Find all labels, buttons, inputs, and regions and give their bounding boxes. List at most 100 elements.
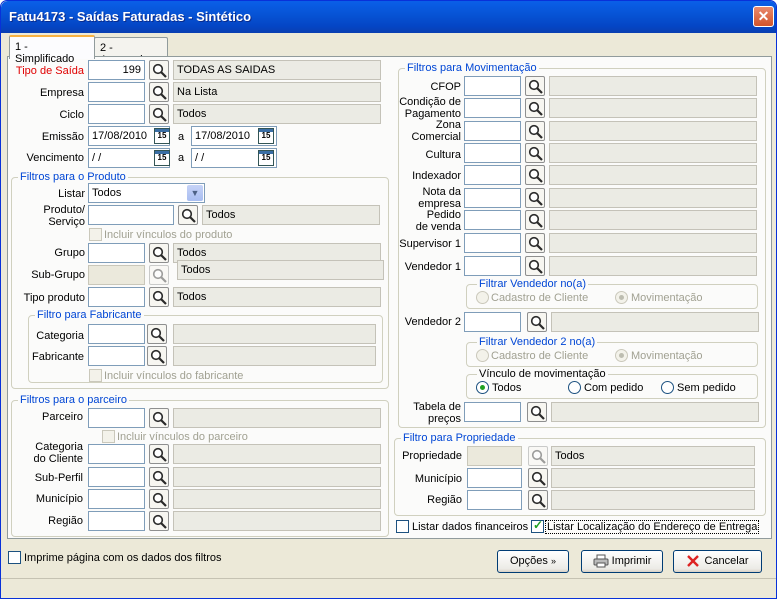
listar-financeiros-checkbox[interactable] xyxy=(396,520,409,533)
categoria-search-button[interactable] xyxy=(147,324,167,344)
empresa-desc: Na Lista xyxy=(173,82,381,102)
tab-simplificado[interactable]: 1 - Simplificado xyxy=(9,35,95,65)
tipo-saida-input[interactable]: 199 xyxy=(88,60,145,80)
printer-icon xyxy=(593,554,609,568)
vinculo-sem-pedido-radio[interactable] xyxy=(661,381,674,394)
categoria-cliente-search-button[interactable] xyxy=(149,444,169,464)
nota-empresa-search-button[interactable] xyxy=(525,188,545,208)
propriedade-municipio-input[interactable] xyxy=(467,468,522,488)
indexador-search-button[interactable] xyxy=(525,165,545,185)
zona-desc xyxy=(549,121,757,141)
listar-select[interactable]: Todos ▼ xyxy=(88,183,205,203)
parceiro-municipio-input[interactable] xyxy=(88,489,145,509)
pedido-venda-search-button[interactable] xyxy=(525,210,545,230)
produto-desc: Todos xyxy=(202,205,380,225)
condicao-search-button[interactable] xyxy=(525,98,545,118)
propriedade-search-button[interactable] xyxy=(528,446,548,466)
fabricante-input[interactable] xyxy=(88,346,145,366)
listar-localizacao-checkbox[interactable] xyxy=(531,518,544,533)
vendedor1-search-button[interactable] xyxy=(525,256,545,276)
zona-input[interactable] xyxy=(464,121,521,141)
magnifier-icon xyxy=(152,447,167,462)
incluir-vinculos-produto-label: Incluir vínculos do produto xyxy=(104,229,233,241)
cfop-input[interactable] xyxy=(464,76,521,96)
nota-empresa-input[interactable] xyxy=(464,188,521,208)
vendedor1-label: Vendedor 1 xyxy=(404,261,461,273)
pedido-venda-input[interactable] xyxy=(464,210,521,230)
zona-search-button[interactable] xyxy=(525,121,545,141)
cultura-search-button[interactable] xyxy=(525,143,545,163)
tabela-precos-label-2: preços xyxy=(427,413,461,425)
vinculo-todos-radio[interactable] xyxy=(476,381,489,394)
sub-perfil-input[interactable] xyxy=(88,467,145,487)
propriedade-regiao-input[interactable] xyxy=(467,490,522,510)
fabricante-desc xyxy=(173,346,376,366)
tipo-produto-label: Tipo produto xyxy=(23,292,85,304)
magnifier-icon xyxy=(152,492,167,507)
imprime-pagina-label: Imprime página com os dados dos filtros xyxy=(24,552,222,564)
fabricante-search-button[interactable] xyxy=(147,346,167,366)
filtrar-vendedor2-cadastro-radio[interactable] xyxy=(476,349,489,362)
tabela-precos-input[interactable] xyxy=(464,402,521,422)
title-bar[interactable]: Fatu4173 - Saídas Faturadas - Sintético … xyxy=(1,1,776,33)
calendar-icon[interactable]: 15 xyxy=(258,150,274,166)
propriedade-municipio-search-button[interactable] xyxy=(528,468,548,488)
calendar-icon[interactable]: 15 xyxy=(258,128,274,144)
opcoes-button[interactable]: Opções » xyxy=(497,550,569,573)
parceiro-input[interactable] xyxy=(88,408,145,428)
parceiro-desc xyxy=(173,408,381,428)
vendedor2-input[interactable] xyxy=(464,312,521,332)
listar-localizacao-label: Listar Localização do Endereço de Entreg… xyxy=(545,520,760,534)
produto-servico-input[interactable] xyxy=(88,205,174,225)
calendar-icon[interactable]: 15 xyxy=(154,150,170,166)
filtrar-vendedor-cadastro-radio[interactable] xyxy=(476,291,489,304)
cultura-input[interactable] xyxy=(464,143,521,163)
incluir-vinculos-fabricante-checkbox[interactable] xyxy=(89,369,102,382)
tabela-precos-search-button[interactable] xyxy=(527,402,547,422)
parceiro-search-button[interactable] xyxy=(149,408,169,428)
filtrar-vendedor2-movimentacao-radio[interactable] xyxy=(615,349,628,362)
grupo-search-button[interactable] xyxy=(149,243,169,263)
imprime-pagina-checkbox[interactable] xyxy=(8,551,21,564)
vendedor1-input[interactable] xyxy=(464,256,521,276)
vinculo-com-pedido-radio[interactable] xyxy=(568,381,581,394)
magnifier-icon xyxy=(152,63,167,78)
parceiro-municipio-search-button[interactable] xyxy=(149,489,169,509)
cfop-search-button[interactable] xyxy=(525,76,545,96)
propriedade-input[interactable] xyxy=(467,446,522,466)
ciclo-search-button[interactable] xyxy=(149,104,169,124)
close-button[interactable]: ✕ xyxy=(753,6,774,27)
grupo-input[interactable] xyxy=(88,243,145,263)
vendedor2-search-button[interactable] xyxy=(527,312,547,332)
parceiro-regiao-search-button[interactable] xyxy=(149,511,169,531)
incluir-vinculos-parceiro-checkbox[interactable] xyxy=(102,430,115,443)
categoria-input[interactable] xyxy=(88,324,145,344)
propriedade-regiao-search-button[interactable] xyxy=(528,490,548,510)
categoria-cliente-input[interactable] xyxy=(88,444,145,464)
subgrupo-input[interactable] xyxy=(88,265,145,285)
filtrar-vendedor-movimentacao-radio[interactable] xyxy=(615,291,628,304)
ciclo-input[interactable] xyxy=(88,104,145,124)
empresa-input[interactable] xyxy=(88,82,145,102)
tipo-produto-search-button[interactable] xyxy=(149,287,169,307)
empresa-search-button[interactable] xyxy=(149,82,169,102)
sub-perfil-search-button[interactable] xyxy=(149,467,169,487)
tipo-saida-search-button[interactable] xyxy=(149,60,169,80)
subgrupo-search-button[interactable] xyxy=(149,265,169,285)
magnifier-icon xyxy=(528,236,543,251)
imprimir-button[interactable]: Imprimir xyxy=(581,550,663,573)
incluir-vinculos-produto-checkbox[interactable] xyxy=(89,228,102,241)
produto-servico-label-2: Serviço xyxy=(48,216,85,228)
supervisor1-input[interactable] xyxy=(464,233,521,253)
parceiro-regiao-input[interactable] xyxy=(88,511,145,531)
magnifier-icon xyxy=(152,246,167,261)
propriedade-desc: Todos xyxy=(551,446,755,466)
supervisor1-search-button[interactable] xyxy=(525,233,545,253)
indexador-input[interactable] xyxy=(464,165,521,185)
cancelar-button[interactable]: Cancelar xyxy=(673,550,762,573)
condicao-input[interactable] xyxy=(464,98,521,118)
produto-search-button[interactable] xyxy=(178,205,198,225)
tipo-produto-input[interactable] xyxy=(88,287,145,307)
propriedade-regiao-desc xyxy=(551,490,755,510)
calendar-icon[interactable]: 15 xyxy=(154,128,170,144)
